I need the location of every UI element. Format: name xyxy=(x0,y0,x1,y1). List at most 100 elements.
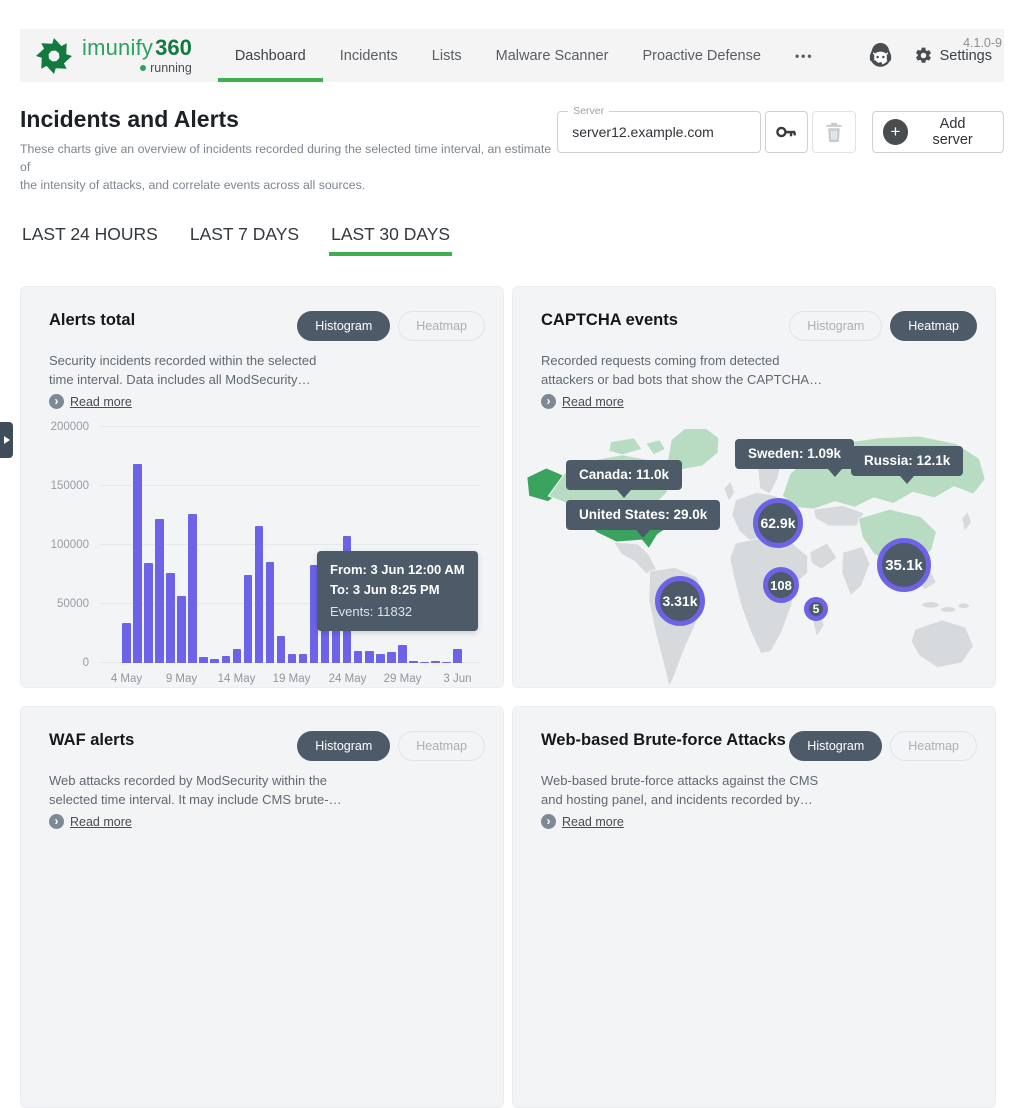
tab-last-30-days[interactable]: LAST 30 DAYS xyxy=(329,224,452,256)
card-description: Web-based brute-force attacks against th… xyxy=(541,771,977,809)
nav-item-incidents[interactable]: Incidents xyxy=(323,29,415,82)
bar[interactable] xyxy=(210,659,219,663)
card-alerts-total: Alerts total Histogram Heatmap Security i… xyxy=(20,286,504,688)
bar[interactable] xyxy=(188,514,197,663)
chevron-right-circle-icon: › xyxy=(49,814,64,829)
card-title: Alerts total xyxy=(49,311,135,330)
server-delete-button[interactable] xyxy=(812,111,855,153)
trash-icon xyxy=(824,121,844,143)
histogram-toggle[interactable]: Histogram xyxy=(297,731,390,761)
bar[interactable] xyxy=(431,661,440,663)
server-select[interactable]: Server xyxy=(557,111,761,153)
bar[interactable] xyxy=(255,526,264,663)
bar[interactable] xyxy=(420,662,429,663)
heatmap-toggle[interactable]: Heatmap xyxy=(890,731,977,761)
histogram-toggle[interactable]: Histogram xyxy=(297,311,390,341)
nav-item-lists[interactable]: Lists xyxy=(415,29,479,82)
server-panel: Server + Add serve xyxy=(557,111,1004,153)
captcha-heatmap[interactable]: Canada: 11.0k United States: 29.0k Sweden:… xyxy=(521,421,993,688)
navbar: imunify 360 running DashboardIncidentsLi… xyxy=(20,29,1004,82)
server-key-button[interactable] xyxy=(765,111,808,153)
read-more-link[interactable]: › Read more xyxy=(49,394,132,409)
nav-item-more[interactable]: ••• xyxy=(778,29,831,82)
read-more-link[interactable]: › Read more xyxy=(49,814,132,829)
heatmap-toggle[interactable]: Heatmap xyxy=(398,731,485,761)
histogram-toggle[interactable]: Histogram xyxy=(789,311,882,341)
bar[interactable] xyxy=(365,651,374,663)
map-tooltip-united-states: United States: 29.0k xyxy=(566,500,720,530)
y-axis-labels: 050000100000150000200000 xyxy=(49,427,91,663)
main-nav: DashboardIncidentsListsMalware ScannerPr… xyxy=(218,29,831,82)
read-more-link[interactable]: › Read more xyxy=(541,394,624,409)
view-toggle: Histogram Heatmap xyxy=(297,311,485,341)
histogram-toggle[interactable]: Histogram xyxy=(789,731,882,761)
bar[interactable] xyxy=(376,654,385,663)
read-more-link[interactable]: › Read more xyxy=(541,814,624,829)
bar[interactable] xyxy=(166,573,175,663)
bar[interactable] xyxy=(442,662,451,663)
map-tooltip-russia: Russia: 12.1k xyxy=(851,446,963,476)
bar[interactable] xyxy=(453,649,462,663)
nav-item-dashboard[interactable]: Dashboard xyxy=(218,29,323,82)
add-server-button[interactable]: + Add server xyxy=(872,111,1004,153)
imunify360-logo[interactable]: imunify 360 running xyxy=(34,29,192,82)
map-tooltip-canada: Canada: 11.0k xyxy=(566,460,682,490)
card-captcha-events: CAPTCHA events Histogram Heatmap Recorded… xyxy=(512,286,996,688)
bar[interactable] xyxy=(222,656,231,663)
chart-tooltip: From: 3 Jun 12:00 AM To: 3 Jun 8:25 PM E… xyxy=(317,551,478,631)
card-waf-alerts: WAF alerts HistogramHeatmap Web attacks … xyxy=(20,706,504,1108)
map-bubble-5[interactable]: 5 xyxy=(804,597,828,621)
bar[interactable] xyxy=(409,661,418,663)
bar[interactable] xyxy=(277,636,286,663)
key-icon xyxy=(775,121,797,143)
brand-360: 360 xyxy=(155,37,192,59)
nav-item-malware-scanner[interactable]: Malware Scanner xyxy=(479,29,626,82)
tab-last-7-days[interactable]: LAST 7 DAYS xyxy=(188,224,301,256)
map-bubble-62.9k[interactable]: 62.9k xyxy=(753,498,803,548)
heatmap-toggle[interactable]: Heatmap xyxy=(398,311,485,341)
brand-name: imunify xyxy=(82,37,153,59)
bar[interactable] xyxy=(177,596,186,663)
view-toggle: Histogram Heatmap xyxy=(297,731,485,761)
bar[interactable] xyxy=(288,654,297,663)
map-bubble-35.1k[interactable]: 35.1k xyxy=(877,538,931,592)
gear-icon xyxy=(914,46,933,65)
bar[interactable] xyxy=(387,652,396,663)
map-tooltip-sweden: Sweden: 1.09k xyxy=(735,439,854,469)
tab-last-24-hours[interactable]: LAST 24 HOURS xyxy=(20,224,160,256)
card-description: Recorded requests coming from detected a… xyxy=(541,351,977,389)
sidebar-expander[interactable] xyxy=(0,422,13,458)
logo-pinwheel-icon xyxy=(34,36,74,76)
support-icon[interactable] xyxy=(867,42,894,69)
server-field-label: Server xyxy=(568,105,609,117)
bar[interactable] xyxy=(266,562,275,663)
heatmap-toggle[interactable]: Heatmap xyxy=(890,311,977,341)
bar[interactable] xyxy=(199,657,208,663)
card-bruteforce-attacks: Web-based Brute-force Attacks Histogram H… xyxy=(512,706,996,1108)
plus-circle-icon: + xyxy=(883,119,909,145)
page-title: Incidents and Alerts xyxy=(20,106,557,133)
bar[interactable] xyxy=(133,464,142,663)
bar[interactable] xyxy=(398,645,407,663)
chevron-right-circle-icon: › xyxy=(49,394,64,409)
map-bubble-108[interactable]: 108 xyxy=(763,567,799,603)
alerts-histogram-chart[interactable]: 050000100000150000200000 4 May9 May14 Ma… xyxy=(49,421,485,688)
x-axis-labels: 4 May9 May14 May19 May24 May29 May3 Jun xyxy=(99,673,479,688)
nav-item-proactive-defense[interactable]: Proactive Defense xyxy=(625,29,777,82)
card-description: Security incidents recorded within the s… xyxy=(49,351,485,389)
bar[interactable] xyxy=(155,519,164,663)
status-dot xyxy=(140,65,146,71)
bar[interactable] xyxy=(122,623,131,663)
bar[interactable] xyxy=(244,575,253,664)
bar[interactable] xyxy=(299,654,308,663)
bar[interactable] xyxy=(233,649,242,663)
cards-grid: Alerts total Histogram Heatmap Security i… xyxy=(20,286,1004,1108)
map-bubble-3.31k[interactable]: 3.31k xyxy=(655,576,705,626)
time-range-tabs: LAST 24 HOURS LAST 7 DAYS LAST 30 DAYS xyxy=(20,224,1004,256)
server-input[interactable] xyxy=(570,112,752,152)
bar[interactable] xyxy=(354,651,363,663)
card-title: Web-based Brute-force Attacks xyxy=(541,731,786,750)
chevron-right-circle-icon: › xyxy=(541,394,556,409)
bar[interactable] xyxy=(144,563,153,663)
card-title: CAPTCHA events xyxy=(541,311,678,330)
